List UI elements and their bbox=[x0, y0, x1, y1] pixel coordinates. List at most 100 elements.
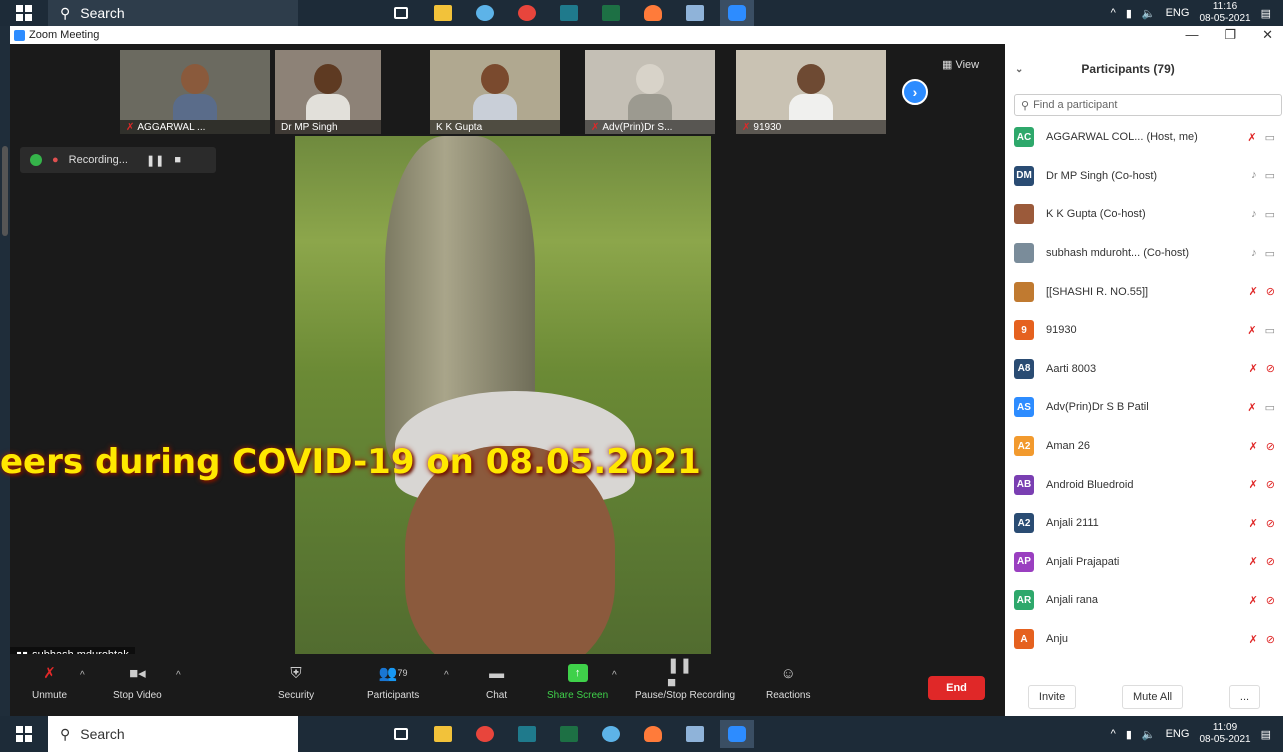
language-indicator[interactable]: ENG bbox=[1166, 7, 1190, 19]
start-button[interactable] bbox=[0, 0, 48, 26]
chrome-icon[interactable] bbox=[510, 0, 544, 27]
video-icon[interactable]: ▭ bbox=[1265, 169, 1275, 182]
participant-row[interactable]: subhash mduroht... (Co-host) ♪ ▭ bbox=[1005, 234, 1283, 273]
share-options-caret[interactable]: ^ bbox=[612, 670, 617, 681]
paint3d-icon[interactable] bbox=[636, 0, 670, 27]
participant-row[interactable]: 9 91930 ✗ ▭ bbox=[1005, 311, 1283, 350]
participant-row[interactable]: A2 Anjali 2111 ✗ ⊘ bbox=[1005, 504, 1283, 543]
mic-muted-icon[interactable]: ✗ bbox=[1249, 362, 1258, 375]
stop-video-button[interactable]: ■◂ Stop Video bbox=[113, 664, 162, 701]
pause-stop-recording-button[interactable]: ❚❚ ■ Pause/Stop Recording bbox=[635, 657, 735, 702]
participant-row[interactable]: AR Anjali rana ✗ ⊘ bbox=[1005, 581, 1283, 620]
chat-button[interactable]: ▬ Chat bbox=[486, 664, 507, 702]
task-view-icon[interactable] bbox=[384, 0, 418, 27]
tray-arrow-icon[interactable]: ^ bbox=[1111, 7, 1116, 19]
participant-row[interactable]: AP Anjali Prajapati ✗ ⊘ bbox=[1005, 543, 1283, 582]
notifications-icon[interactable]: ▤ bbox=[1261, 728, 1271, 741]
participant-row[interactable]: A2 Aman 26 ✗ ⊘ bbox=[1005, 427, 1283, 466]
volume-icon[interactable]: 🔈 bbox=[1142, 728, 1156, 741]
zoom-app-icon[interactable] bbox=[720, 0, 754, 27]
close-button[interactable]: ✕ bbox=[1262, 27, 1273, 43]
taskbar-search[interactable]: ⚲ Search bbox=[48, 0, 298, 26]
video-icon[interactable]: ▭ bbox=[1265, 324, 1275, 337]
participant-row[interactable]: AB Android Bluedroid ✗ ⊘ bbox=[1005, 465, 1283, 504]
participant-row[interactable]: AS Adv(Prin)Dr S B Patil ✗ ▭ bbox=[1005, 388, 1283, 427]
network-icon[interactable]: ▮ bbox=[1126, 728, 1132, 741]
mic-muted-icon[interactable]: ✗ bbox=[1249, 555, 1258, 568]
share-screen-button[interactable]: ↑ Share Screen bbox=[547, 664, 608, 701]
video-off-icon[interactable]: ⊘ bbox=[1266, 362, 1275, 375]
mic-muted-icon[interactable]: ✗ bbox=[1249, 440, 1258, 453]
video-thumbnail[interactable]: ✗ 91930 bbox=[736, 50, 886, 134]
mic-muted-icon[interactable]: ✗ bbox=[1247, 324, 1256, 337]
security-button[interactable]: ⛨ Security bbox=[278, 664, 314, 702]
video-icon[interactable]: ▭ bbox=[1265, 131, 1275, 144]
volume-icon[interactable]: 🔈 bbox=[1142, 7, 1156, 20]
invite-button[interactable]: Invite bbox=[1027, 685, 1077, 709]
video-thumbnail[interactable]: ✗ AGGARWAL ... bbox=[120, 50, 270, 134]
maximize-button[interactable]: ❐ bbox=[1224, 27, 1236, 43]
participant-row[interactable]: A8 Aarti 8003 ✗ ⊘ bbox=[1005, 350, 1283, 389]
pen-icon[interactable] bbox=[678, 0, 712, 27]
reactions-button[interactable]: ☺ Reactions bbox=[766, 664, 810, 702]
mic-muted-icon[interactable]: ✗ bbox=[1249, 633, 1258, 646]
pen-icon[interactable] bbox=[678, 720, 712, 748]
video-thumbnail[interactable]: ✗ Adv(Prin)Dr S... bbox=[585, 50, 715, 134]
file-explorer-icon[interactable] bbox=[426, 720, 460, 748]
participants-options-caret[interactable]: ^ bbox=[444, 670, 449, 681]
excel-icon[interactable] bbox=[594, 0, 628, 27]
task-view-icon[interactable] bbox=[384, 720, 418, 748]
tray-arrow-icon[interactable]: ^ bbox=[1111, 728, 1116, 740]
video-off-icon[interactable]: ⊘ bbox=[1266, 555, 1275, 568]
chevron-down-icon[interactable]: ⌄ bbox=[1015, 64, 1023, 75]
paint3d-icon[interactable] bbox=[636, 720, 670, 748]
minimize-button[interactable]: — bbox=[1185, 27, 1198, 43]
video-thumbnail[interactable]: K K Gupta bbox=[430, 50, 560, 134]
excel-icon[interactable] bbox=[552, 720, 586, 748]
participant-row[interactable]: K K Gupta (Co-host) ♪ ▭ bbox=[1005, 195, 1283, 234]
network-icon[interactable]: ▮ bbox=[1126, 7, 1132, 20]
video-thumbnail[interactable]: Dr MP Singh bbox=[275, 50, 381, 134]
video-icon[interactable]: ▭ bbox=[1265, 208, 1275, 221]
taskbar-search[interactable]: ⚲ Search bbox=[48, 716, 298, 752]
video-off-icon[interactable]: ⊘ bbox=[1266, 517, 1275, 530]
zoom-app-icon[interactable] bbox=[720, 720, 754, 748]
mic-icon[interactable]: ♪ bbox=[1251, 208, 1257, 221]
language-indicator[interactable]: ENG bbox=[1166, 728, 1190, 740]
file-explorer-icon[interactable] bbox=[426, 0, 460, 27]
participant-row[interactable]: A Anju ✗ ⊘ bbox=[1005, 620, 1283, 659]
mic-muted-icon[interactable]: ✗ bbox=[1249, 594, 1258, 607]
end-meeting-button[interactable]: End bbox=[928, 676, 985, 700]
publisher-icon[interactable] bbox=[552, 0, 586, 27]
clock[interactable]: 11:16 08-05-2021 bbox=[1199, 1, 1250, 25]
mic-muted-icon[interactable]: ✗ bbox=[1247, 131, 1256, 144]
mic-icon[interactable]: ♪ bbox=[1251, 169, 1257, 182]
audio-options-caret[interactable]: ^ bbox=[80, 670, 85, 681]
publisher-icon[interactable] bbox=[510, 720, 544, 748]
video-off-icon[interactable]: ⊘ bbox=[1266, 285, 1275, 298]
video-options-caret[interactable]: ^ bbox=[176, 670, 181, 681]
mute-all-button[interactable]: Mute All bbox=[1121, 685, 1184, 709]
video-icon[interactable]: ▭ bbox=[1265, 401, 1275, 414]
participants-button[interactable]: 👥 79 Participants bbox=[367, 664, 419, 701]
participant-row[interactable]: AC AGGARWAL COL... (Host, me) ✗ ▭ bbox=[1005, 118, 1283, 157]
unmute-button[interactable]: ✗ Unmute bbox=[32, 664, 67, 701]
participant-row[interactable]: [[SHASHI R. NO.55]] ✗ ⊘ bbox=[1005, 272, 1283, 311]
next-page-button[interactable]: › bbox=[902, 79, 928, 105]
chrome-icon[interactable] bbox=[468, 720, 502, 748]
notifications-icon[interactable]: ▤ bbox=[1261, 7, 1271, 20]
stop-recording-button[interactable]: ■ bbox=[174, 154, 181, 166]
mic-muted-icon[interactable]: ✗ bbox=[1249, 478, 1258, 491]
clock[interactable]: 11:09 08-05-2021 bbox=[1199, 722, 1250, 746]
video-icon[interactable]: ▭ bbox=[1265, 247, 1275, 260]
video-off-icon[interactable]: ⊘ bbox=[1266, 440, 1275, 453]
paint-icon[interactable] bbox=[594, 720, 628, 748]
mic-icon[interactable]: ♪ bbox=[1251, 247, 1257, 260]
mic-muted-icon[interactable]: ✗ bbox=[1247, 401, 1256, 414]
start-button[interactable] bbox=[0, 716, 48, 752]
participant-row[interactable]: DM Dr MP Singh (Co-host) ♪ ▭ bbox=[1005, 157, 1283, 196]
video-off-icon[interactable]: ⊘ bbox=[1266, 633, 1275, 646]
participant-search-input[interactable]: ⚲ Find a participant bbox=[1014, 94, 1282, 116]
scrollbar[interactable] bbox=[2, 146, 8, 236]
view-button[interactable]: ▦ View bbox=[942, 58, 979, 71]
